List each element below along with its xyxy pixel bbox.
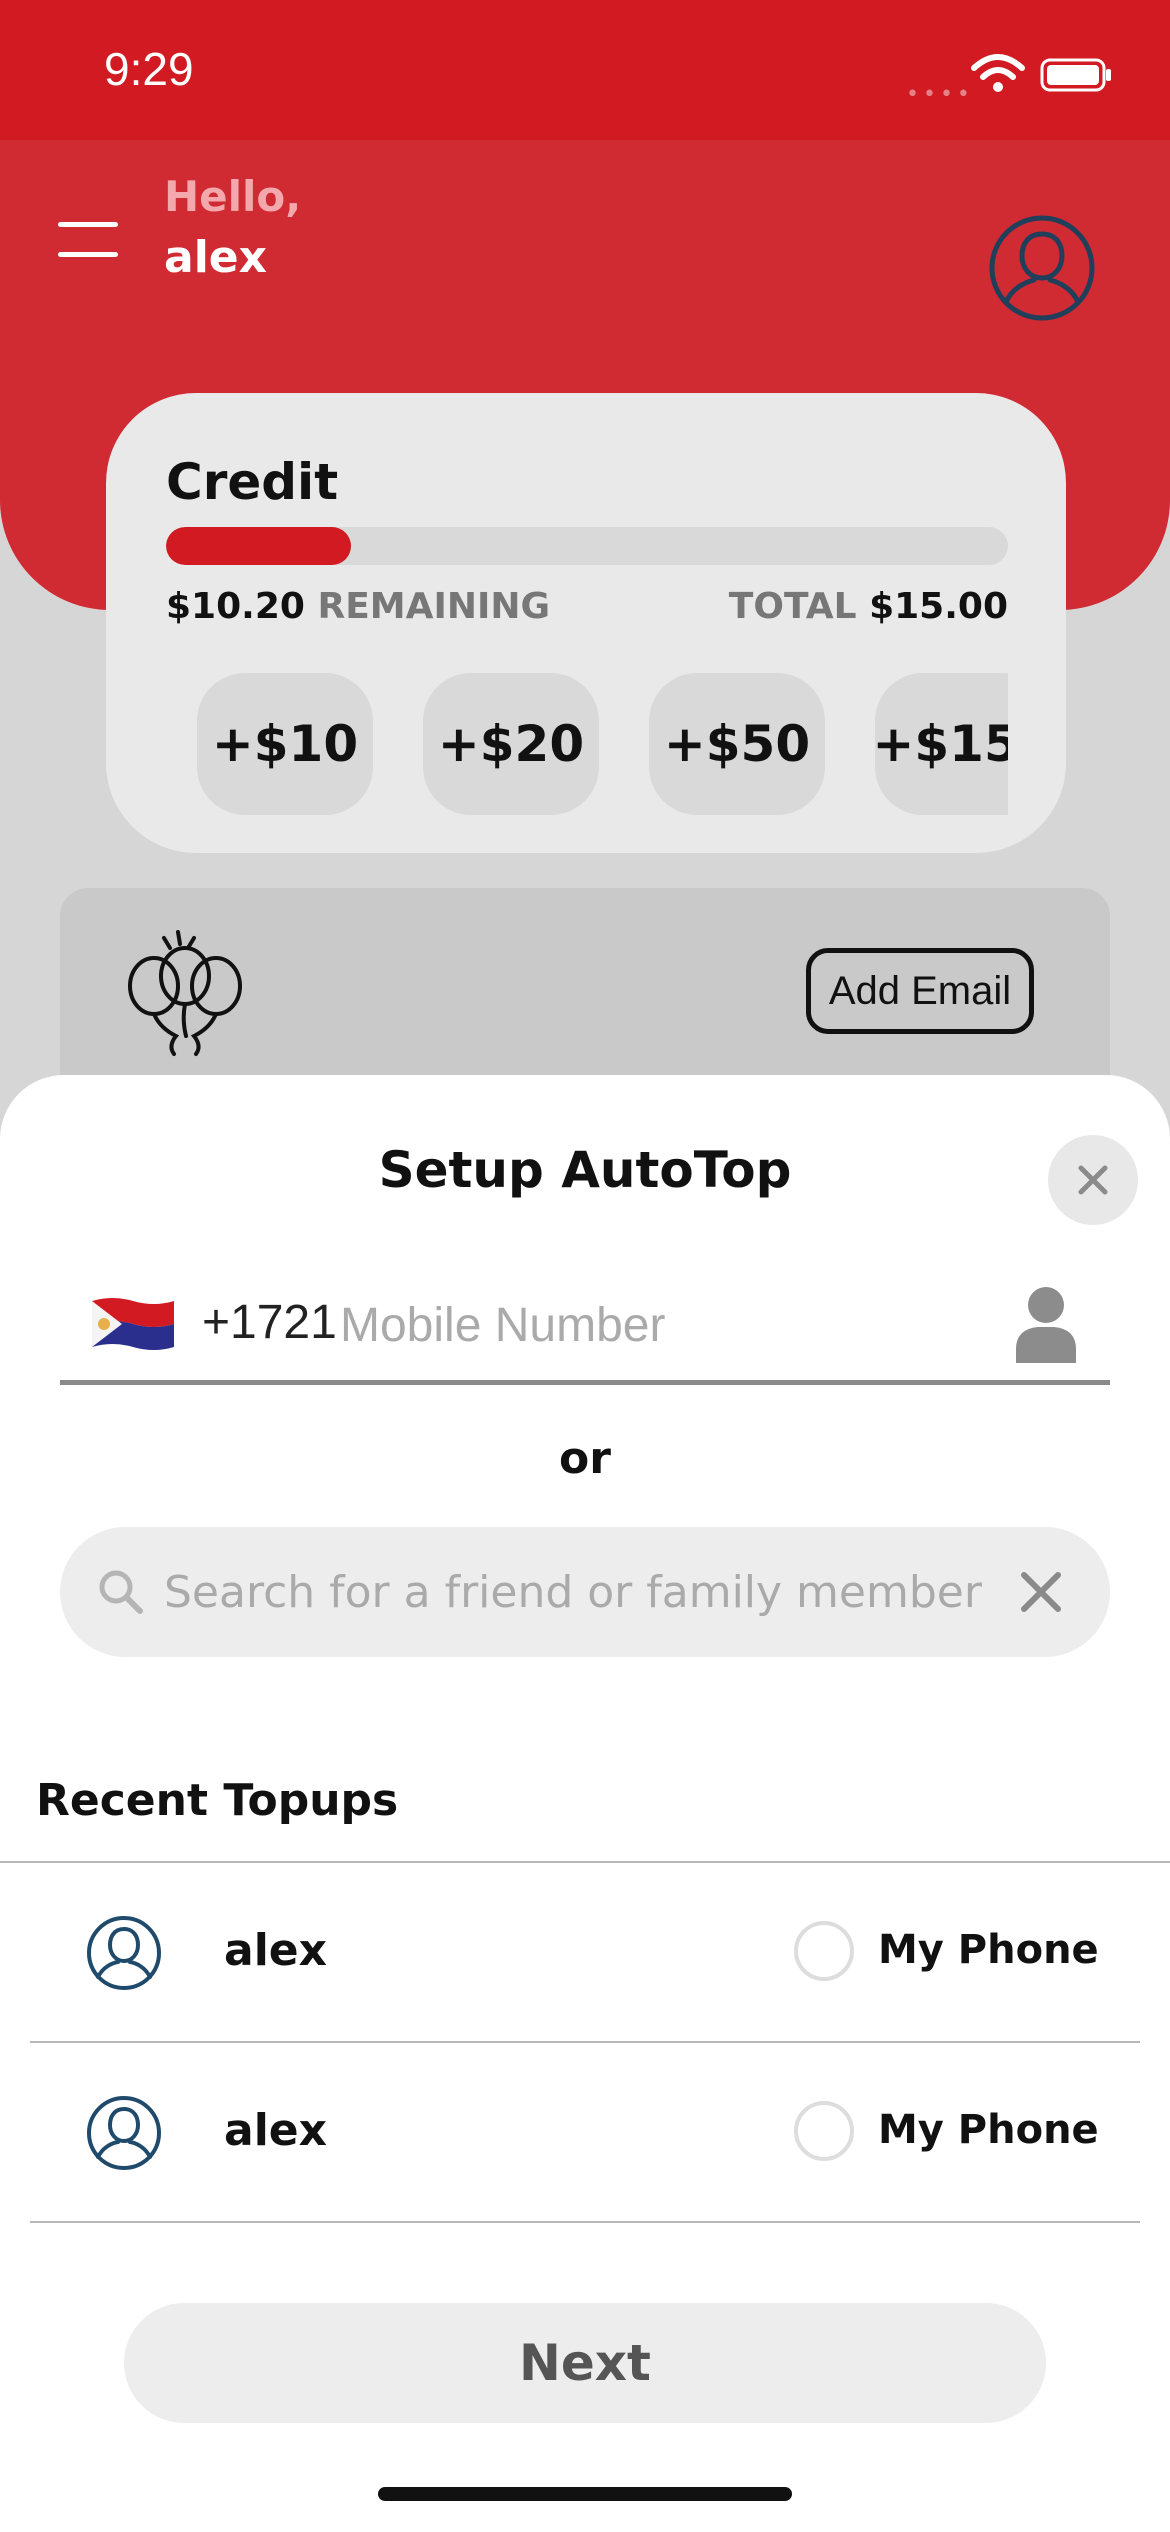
- balloons-icon: [128, 930, 242, 1056]
- contact-picker-icon[interactable]: [1010, 1283, 1082, 1365]
- wifi-icon: [971, 54, 1025, 92]
- recent-topup-row[interactable]: alex My Phone: [30, 1863, 1140, 2043]
- remaining-amount: $10.20: [166, 586, 305, 627]
- topup-amount-button[interactable]: +$150: [872, 673, 1008, 815]
- status-time: 9:29: [104, 43, 194, 95]
- contact-avatar-icon: [87, 2096, 161, 2170]
- username: alex: [164, 232, 267, 283]
- topup-amount-button[interactable]: +$50: [649, 673, 825, 815]
- phone-label: My Phone: [878, 2107, 1099, 2153]
- credit-total: TOTAL $15.00: [729, 586, 1008, 627]
- topup-amount-button[interactable]: +$10: [197, 673, 373, 815]
- credit-title: Credit: [166, 453, 339, 511]
- profile-avatar-icon[interactable]: [988, 214, 1096, 322]
- total-label: TOTAL: [728, 586, 857, 627]
- or-separator: or: [559, 1433, 611, 1484]
- topup-amount-button[interactable]: +$20: [423, 673, 599, 815]
- phone-number-row: +1721: [60, 1275, 1110, 1385]
- clear-search-icon[interactable]: [1016, 1567, 1066, 1617]
- credit-progress-fill: [166, 527, 352, 565]
- signal-icon: ••••: [906, 82, 974, 107]
- recent-topups-title: Recent Topups: [36, 1775, 399, 1826]
- phone-label: My Phone: [878, 1927, 1099, 1973]
- total-amount: $15.00: [869, 586, 1008, 627]
- topup-amounts: +$10 +$20 +$50 +$150: [166, 673, 1008, 815]
- home-indicator: [378, 2487, 792, 2501]
- credit-progress-bar: [166, 527, 1008, 565]
- sint-maarten-flag-icon: [92, 1298, 174, 1350]
- select-radio[interactable]: [794, 1921, 854, 1981]
- menu-icon[interactable]: [58, 222, 118, 262]
- status-bar: 9:29 ••••: [0, 0, 1170, 140]
- close-button[interactable]: [1048, 1135, 1138, 1225]
- close-icon: [1078, 1165, 1108, 1195]
- contact-name: alex: [224, 2105, 327, 2156]
- greeting: Hello,: [164, 172, 302, 221]
- remaining-label: REMAINING: [317, 586, 551, 627]
- recent-topup-row[interactable]: alex My Phone: [30, 2043, 1140, 2223]
- credit-card: Credit $10.20 REMAINING TOTAL $15.00 +$1…: [106, 393, 1066, 853]
- select-radio[interactable]: [794, 2101, 854, 2161]
- search-bar[interactable]: [60, 1527, 1110, 1657]
- contact-avatar-icon: [87, 1916, 161, 1990]
- search-input[interactable]: [164, 1553, 1014, 1631]
- search-icon: [99, 1570, 143, 1614]
- battery-icon: [1040, 58, 1111, 92]
- mobile-number-input[interactable]: [340, 1287, 1020, 1363]
- autotop-sheet: Setup AutoTop +1721 or Recent Topups: [0, 1075, 1170, 2532]
- contact-name: alex: [224, 1925, 327, 1976]
- sheet-title: Setup AutoTop: [378, 1141, 792, 1199]
- add-email-button[interactable]: Add Email: [806, 948, 1034, 1034]
- country-code[interactable]: +1721: [202, 1295, 337, 1350]
- next-button[interactable]: Next: [124, 2303, 1046, 2423]
- credit-remaining: $10.20 REMAINING: [166, 586, 550, 627]
